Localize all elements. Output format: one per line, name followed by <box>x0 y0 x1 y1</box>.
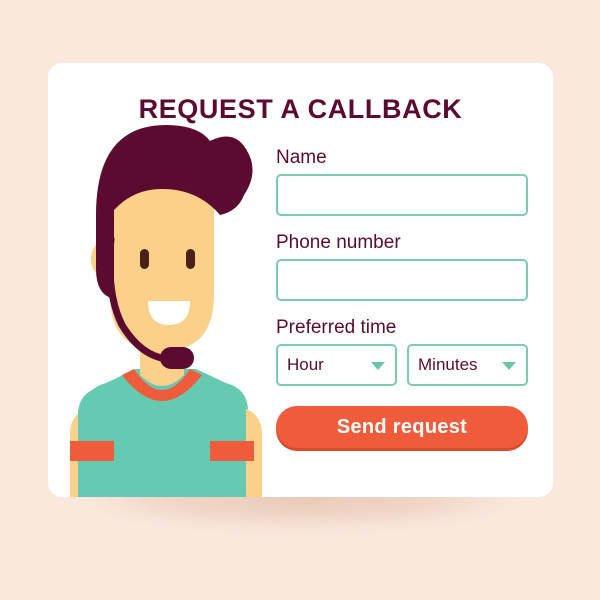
phone-number-label: Phone number <box>276 232 401 253</box>
callback-form: Name Phone number Preferred time Hour Mi… <box>276 147 528 448</box>
operator-illustration <box>48 63 276 497</box>
name-input[interactable] <box>276 174 528 216</box>
minutes-select[interactable]: Minutes <box>407 344 528 386</box>
name-label: Name <box>276 147 327 168</box>
right-sleeve <box>210 381 246 441</box>
right-sleeve-cuff <box>210 441 254 461</box>
chevron-down-icon <box>371 362 385 370</box>
headset-mic <box>160 347 194 369</box>
preferred-time-label: Preferred time <box>276 317 397 338</box>
left-sleeve-cuff <box>70 441 114 461</box>
chevron-down-icon <box>502 362 516 370</box>
callback-card: REQUEST A CALLBACK Name Phone number Pre… <box>48 63 553 497</box>
left-sleeve <box>78 381 114 441</box>
preferred-time-group: Preferred time Hour Minutes <box>276 317 528 386</box>
phone-number-input[interactable] <box>276 259 528 301</box>
left-eye <box>140 249 149 269</box>
minutes-select-value: Minutes <box>418 355 478 374</box>
send-request-button[interactable]: Send request <box>276 406 528 448</box>
headset-earpiece <box>98 229 114 283</box>
hour-select[interactable]: Hour <box>276 344 397 386</box>
right-eye <box>186 249 195 269</box>
hour-select-value: Hour <box>287 355 324 374</box>
time-select-row: Hour Minutes <box>276 344 528 386</box>
phone-field-group: Phone number <box>276 232 528 301</box>
name-field-group: Name <box>276 147 528 216</box>
